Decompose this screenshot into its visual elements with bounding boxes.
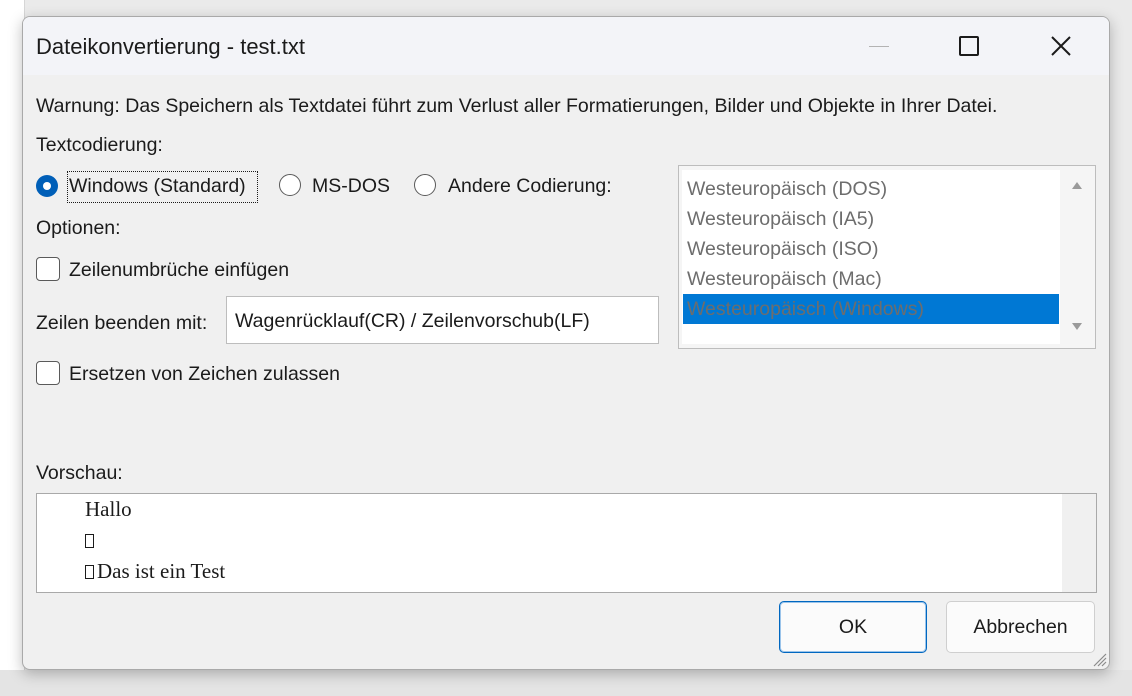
radio-windows[interactable] <box>36 175 58 197</box>
list-scrollbar[interactable] <box>1060 166 1095 348</box>
maximize-icon <box>959 36 979 56</box>
encoding-label: Textcodierung: <box>36 134 163 156</box>
cancel-button[interactable]: Abbrechen <box>946 601 1095 653</box>
list-item-windows[interactable]: Westeuropäisch (Windows) <box>683 294 1059 324</box>
scroll-down-icon[interactable] <box>1071 322 1083 332</box>
dialog-title: Dateikonvertierung - test.txt <box>36 34 306 59</box>
preview-line-text: Das ist ein Test <box>97 559 226 583</box>
checkbox-replace-chars[interactable] <box>36 361 60 385</box>
preview-line: Hallo <box>85 497 132 521</box>
options-label: Optionen: <box>36 217 121 239</box>
line-end-value: Wagenrücklauf(CR) / Zeilenvorschub(LF) <box>235 310 590 332</box>
close-button[interactable] <box>1015 17 1107 75</box>
list-item-dos[interactable]: Westeuropäisch (DOS) <box>683 174 1059 204</box>
radio-windows-label[interactable]: Windows (Standard) <box>69 175 246 198</box>
list-item-iso[interactable]: Westeuropäisch (ISO) <box>683 234 1059 264</box>
maximize-button[interactable] <box>923 17 1015 75</box>
preview-box: Hallo Das ist ein Test <box>36 493 1097 593</box>
resize-grip-icon[interactable] <box>1091 651 1107 667</box>
line-break-glyph <box>85 565 94 579</box>
background-area <box>0 670 1132 696</box>
radio-other-encoding[interactable] <box>414 174 436 196</box>
preview-label: Vorschau: <box>36 462 123 484</box>
radio-ms-dos-label[interactable]: MS-DOS <box>312 175 390 198</box>
radio-other-encoding-label[interactable]: Andere Codierung: <box>448 175 612 198</box>
checkbox-line-breaks[interactable] <box>36 257 60 281</box>
list-item-mac[interactable]: Westeuropäisch (Mac) <box>683 264 1059 294</box>
minimize-button[interactable] <box>833 17 925 75</box>
encoding-list: Westeuropäisch (DOS) Westeuropäisch (IA5… <box>682 170 1060 344</box>
preview-scrollbar[interactable] <box>1062 494 1096 592</box>
line-end-select[interactable]: Wagenrücklauf(CR) / Zeilenvorschub(LF) <box>226 296 852 344</box>
scroll-up-icon[interactable] <box>1071 180 1083 190</box>
line-end-label: Zeilen beenden mit: <box>36 312 208 334</box>
file-conversion-dialog: Dateikonvertierung - test.txt Warnung: D… <box>22 16 1110 670</box>
close-icon <box>1051 36 1071 56</box>
preview-line: Das ist ein Test <box>85 559 225 584</box>
list-item-ia5[interactable]: Westeuropäisch (IA5) <box>683 204 1059 234</box>
encoding-listbox[interactable]: Westeuropäisch (DOS) Westeuropäisch (IA5… <box>678 165 1096 349</box>
title-bar: Dateikonvertierung - test.txt <box>23 17 1109 75</box>
line-break-glyph <box>85 534 94 548</box>
warning-text: Warnung: Das Speichern als Textdatei füh… <box>36 95 998 117</box>
checkbox-replace-chars-label[interactable]: Ersetzen von Zeichen zulassen <box>69 363 340 386</box>
minimize-icon <box>869 45 889 47</box>
ok-button[interactable]: OK <box>779 601 927 653</box>
preview-line <box>85 528 97 553</box>
checkbox-line-breaks-label[interactable]: Zeilenumbrüche einfügen <box>69 259 289 282</box>
radio-ms-dos[interactable] <box>279 174 301 196</box>
